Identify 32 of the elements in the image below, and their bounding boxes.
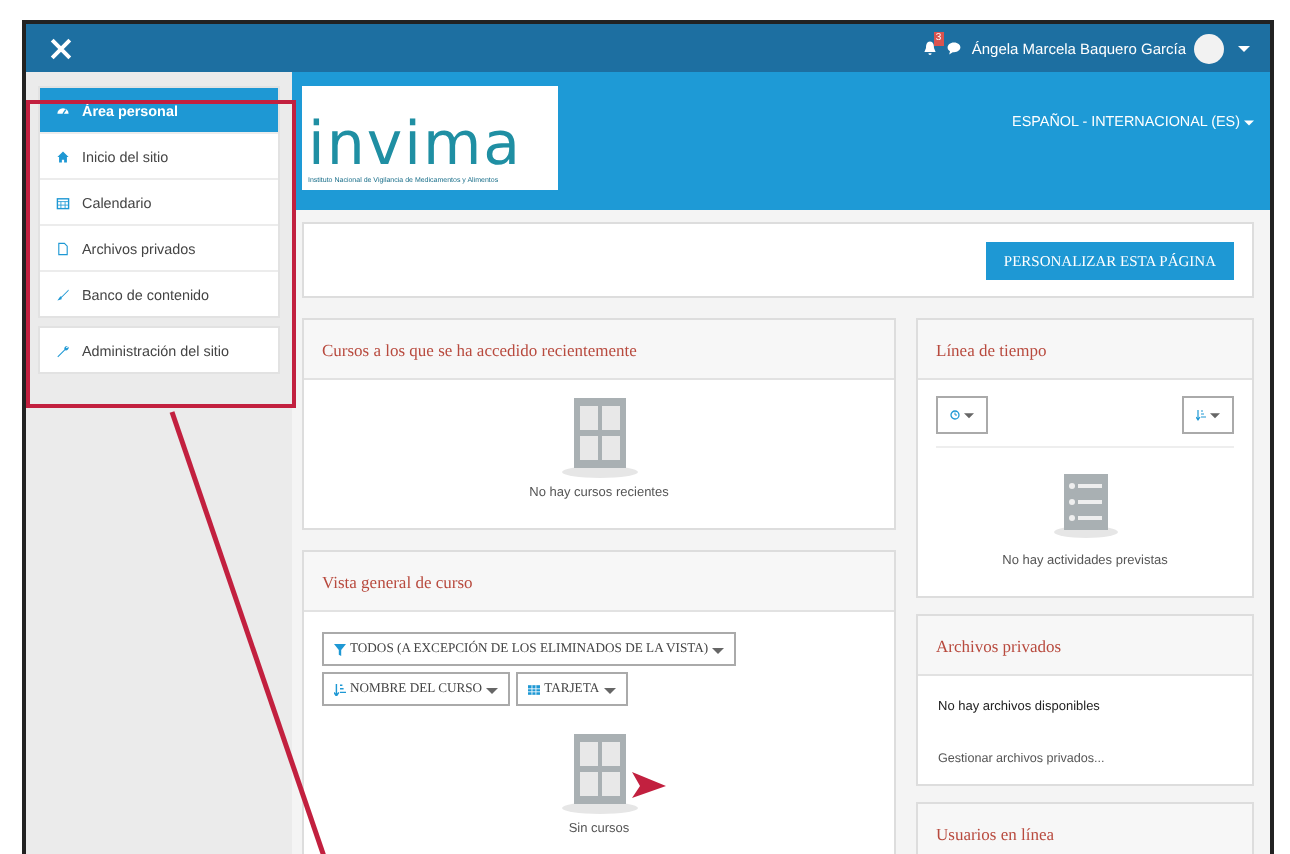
arrowhead-icon <box>632 772 666 798</box>
block-title: Usuarios en línea <box>918 804 1252 854</box>
wrench-icon <box>56 343 70 357</box>
courses-icon <box>561 734 637 814</box>
logo-text: invima <box>308 116 525 176</box>
dashboard-icon <box>56 103 70 117</box>
house-icon <box>56 149 70 163</box>
block-title: Vista general de curso <box>304 552 894 612</box>
clock-icon <box>950 408 960 422</box>
grid-icon <box>528 683 541 695</box>
block-title: Cursos a los que se ha accedido recientemente <box>304 320 894 380</box>
caret-icon <box>486 683 499 695</box>
brush-icon <box>56 287 70 301</box>
sort-icon <box>334 683 346 695</box>
caret-icon[interactable] <box>1238 45 1250 51</box>
avatar[interactable] <box>1194 33 1224 63</box>
file-icon <box>56 241 70 255</box>
caret-icon <box>1210 408 1220 422</box>
block-title: Archivos privados <box>918 616 1252 676</box>
block-title: Línea de tiempo <box>918 320 1252 380</box>
caret-icon <box>964 408 974 422</box>
dropdown-button[interactable] <box>936 396 988 434</box>
sort-icon <box>1196 408 1206 422</box>
calendar-icon <box>56 195 70 209</box>
chat-icon[interactable] <box>945 40 962 56</box>
courses-icon <box>561 398 637 478</box>
caret-icon <box>712 643 725 655</box>
filter-icon <box>334 643 346 655</box>
caret-icon <box>603 683 616 695</box>
close-icon[interactable] <box>50 37 72 59</box>
bell-icon[interactable] <box>921 40 938 56</box>
caret-icon <box>1244 120 1254 126</box>
